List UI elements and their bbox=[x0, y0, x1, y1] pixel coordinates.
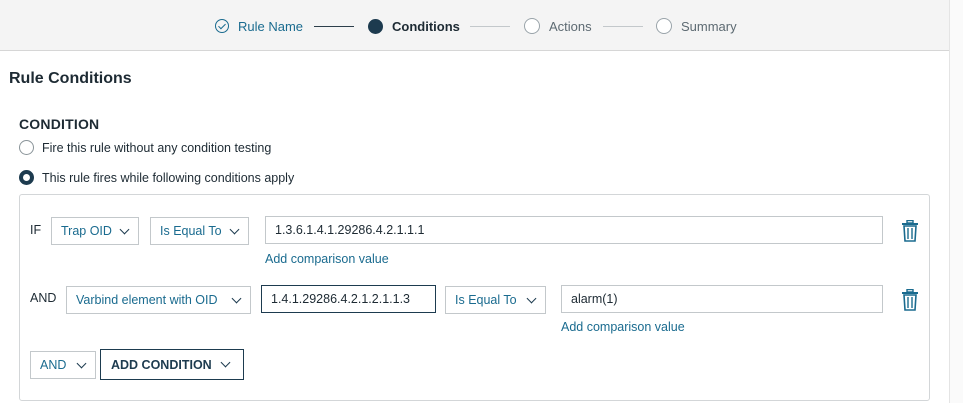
chevron-down-icon bbox=[229, 224, 240, 235]
add-comparison-value-link[interactable]: Add comparison value bbox=[561, 320, 685, 334]
step-label: Summary bbox=[681, 18, 737, 34]
field-select[interactable]: Varbind element with OID bbox=[66, 286, 251, 314]
trash-icon[interactable] bbox=[901, 289, 919, 311]
radio-button[interactable] bbox=[19, 170, 34, 185]
step-pending-icon bbox=[656, 18, 672, 34]
step-connector bbox=[470, 26, 510, 27]
check-circle-icon bbox=[215, 19, 229, 33]
step-actions[interactable]: Actions bbox=[524, 17, 592, 35]
trash-icon[interactable] bbox=[901, 220, 919, 242]
section-title: CONDITION bbox=[19, 116, 100, 132]
join-operator-select[interactable]: AND bbox=[30, 351, 96, 379]
add-condition-button[interactable]: ADD CONDITION bbox=[100, 349, 244, 380]
oid-input[interactable]: 1.4.1.29286.4.2.1.2.1.1.3 bbox=[261, 285, 436, 313]
wizard-stepper: Rule Name Conditions Actions Summary bbox=[0, 0, 949, 51]
condition-operator: AND bbox=[30, 291, 57, 305]
step-label: Actions bbox=[549, 18, 592, 34]
input-value: 1.3.6.1.4.1.29286.4.2.1.1.1 bbox=[275, 223, 425, 237]
step-connector bbox=[603, 26, 643, 27]
button-label: ADD CONDITION bbox=[111, 357, 212, 372]
radio-button[interactable] bbox=[19, 140, 34, 155]
value-input[interactable]: 1.3.6.1.4.1.29286.4.2.1.1.1 bbox=[265, 216, 883, 244]
add-comparison-value-link[interactable]: Add comparison value bbox=[265, 252, 389, 266]
step-summary[interactable]: Summary bbox=[656, 17, 737, 35]
select-value: Is Equal To bbox=[160, 224, 222, 238]
field-select[interactable]: Trap OID bbox=[51, 217, 139, 245]
condition-operator: IF bbox=[30, 223, 42, 237]
comparator-select[interactable]: Is Equal To bbox=[445, 286, 546, 314]
radio-label: This rule fires while following conditio… bbox=[42, 170, 295, 185]
step-label: Rule Name bbox=[238, 18, 304, 34]
select-value: AND bbox=[40, 358, 67, 372]
radio-no-condition[interactable]: Fire this rule without any condition tes… bbox=[19, 140, 271, 155]
radio-label: Fire this rule without any condition tes… bbox=[42, 140, 272, 155]
page-title: Rule Conditions bbox=[9, 70, 132, 87]
scrollbar[interactable] bbox=[949, 0, 963, 403]
step-active-icon bbox=[368, 18, 383, 34]
chevron-down-icon bbox=[526, 293, 537, 304]
step-conditions[interactable]: Conditions bbox=[368, 17, 460, 35]
chevron-down-icon bbox=[231, 293, 242, 304]
comparator-select[interactable]: Is Equal To bbox=[150, 217, 249, 245]
select-value: Is Equal To bbox=[455, 293, 517, 307]
step-rule-name[interactable]: Rule Name bbox=[215, 17, 303, 35]
value-input[interactable]: alarm(1) bbox=[561, 285, 883, 313]
step-connector bbox=[314, 26, 354, 27]
chevron-down-icon bbox=[76, 358, 87, 369]
step-pending-icon bbox=[524, 18, 540, 34]
input-value: alarm(1) bbox=[571, 292, 618, 306]
select-value: Trap OID bbox=[61, 224, 112, 238]
chevron-down-icon bbox=[220, 357, 231, 368]
radio-with-conditions[interactable]: This rule fires while following conditio… bbox=[19, 170, 294, 185]
input-value: 1.4.1.29286.4.2.1.2.1.1.3 bbox=[271, 292, 411, 306]
select-value: Varbind element with OID bbox=[76, 293, 218, 307]
chevron-down-icon bbox=[119, 224, 130, 235]
step-label: Conditions bbox=[392, 18, 460, 34]
